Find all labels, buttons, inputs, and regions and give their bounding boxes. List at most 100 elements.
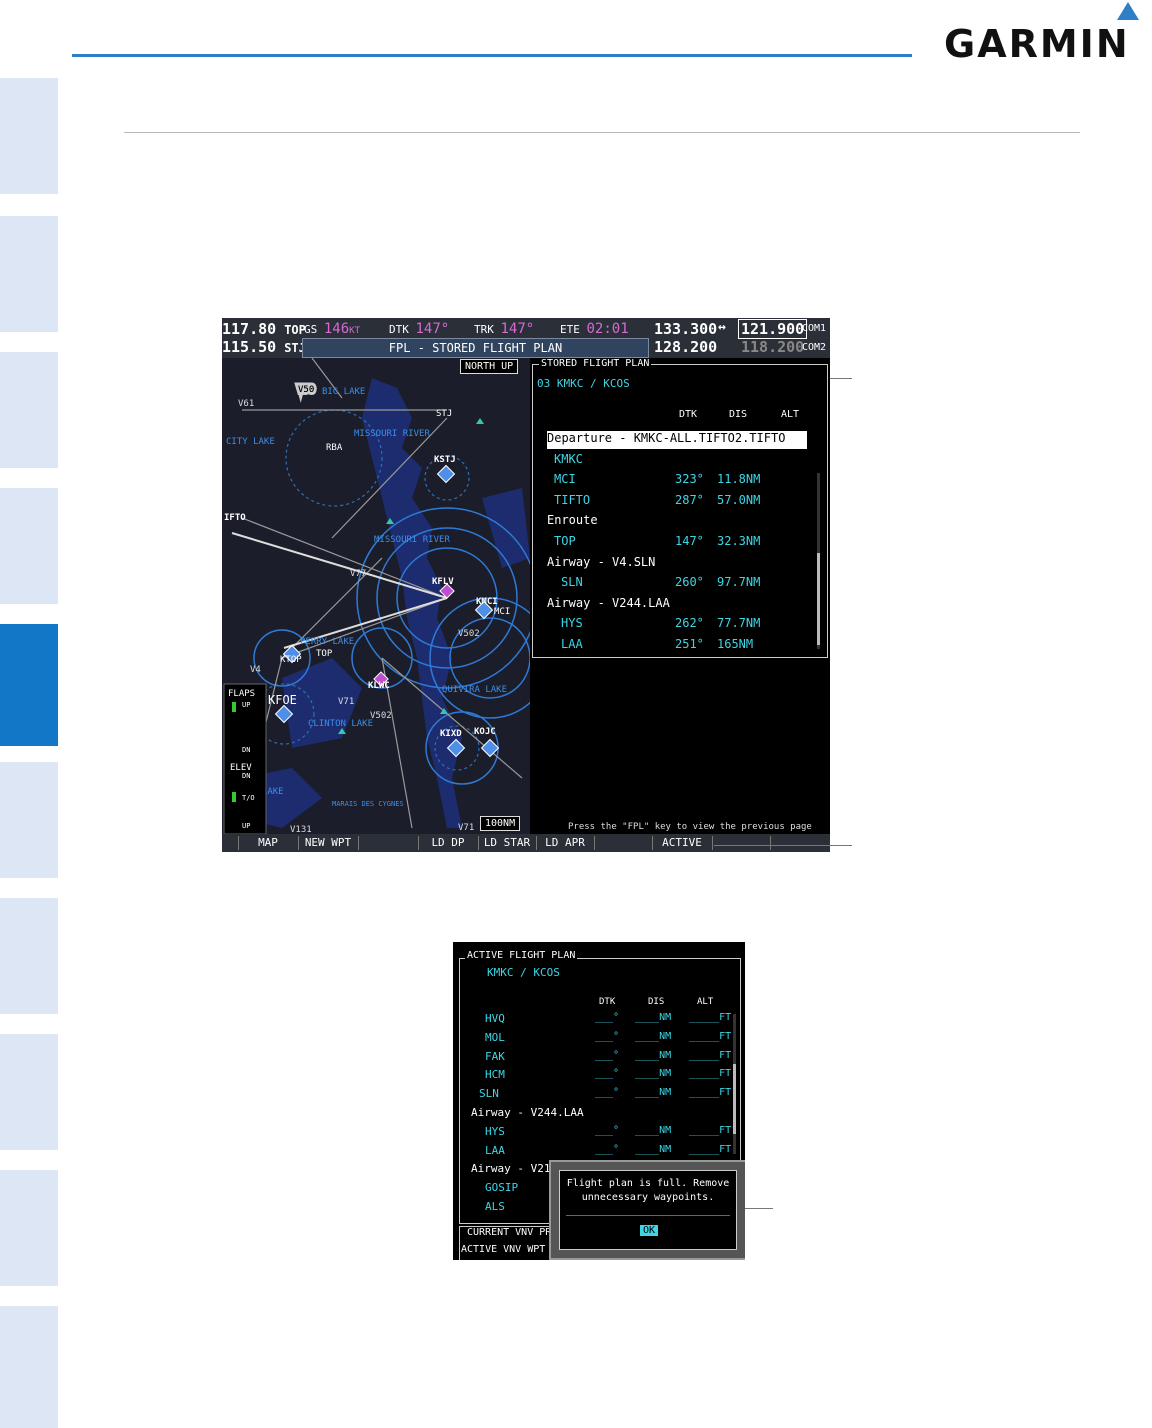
active-flight-plan-row[interactable]: MOL ___° ____NM _____FT <box>471 1031 733 1049</box>
dis-placeholder: ____NM <box>635 1068 672 1080</box>
active-flight-plan-row[interactable]: HYS ___° ____NM _____FT <box>471 1125 733 1143</box>
waypoint-label: LAA <box>485 1143 505 1157</box>
svg-text:MISSOURI RIVER: MISSOURI RIVER <box>354 429 430 439</box>
section-tab-6[interactable] <box>0 762 58 878</box>
flight-plan-row[interactable]: Enroute <box>547 513 807 531</box>
afp-col-alt: ALT <box>697 997 714 1007</box>
dtk-placeholder: ___° <box>595 1049 620 1061</box>
active-flight-plan-row[interactable]: LAA ___° ____NM _____FT <box>471 1144 733 1162</box>
svg-text:KOJC: KOJC <box>474 727 496 737</box>
scrollbar-thumb[interactable] <box>817 553 820 645</box>
nav1-id: TOP <box>284 323 306 337</box>
ok-button[interactable]: OK <box>640 1225 659 1236</box>
ete-label: ETE <box>560 323 580 336</box>
active-vnv-wpt-label: ACTIVE VNV WPT <box>461 1244 546 1255</box>
dtk-field: DTK 147° <box>389 321 449 337</box>
waypoint-label: KMKC <box>554 451 583 466</box>
section-tab-1[interactable] <box>0 78 58 194</box>
flight-plan-row[interactable]: TOP 147° 32.3NM <box>547 534 807 552</box>
section-tab-7[interactable] <box>0 898 58 1014</box>
map-range[interactable]: 100NM <box>480 816 521 831</box>
alt-placeholder: _____FT <box>689 1143 732 1155</box>
flight-plan-row[interactable]: Airway - V244.LAA <box>547 596 807 614</box>
svg-text:QUIVIRA LAKE: QUIVIRA LAKE <box>442 685 507 695</box>
com1-label: COM1 <box>802 323 827 334</box>
scrollbar[interactable] <box>817 473 820 649</box>
ete-field: ETE 02:01 <box>560 321 629 337</box>
flight-plan-row[interactable]: KMKC <box>547 452 807 470</box>
map-graphic: V50V50 BIG LAKE V61 STJ MISSOURI RIVER C… <box>223 358 530 834</box>
svg-text:V71: V71 <box>458 823 474 833</box>
active-flight-plan-row[interactable]: HVQ ___° ____NM _____FT <box>471 1012 733 1030</box>
flight-plan-row[interactable]: Departure - KMKC-ALL.TIFTO2.TIFTO <box>547 431 807 449</box>
section-tab-9[interactable] <box>0 1170 58 1286</box>
dialog-divider <box>566 1215 730 1216</box>
gs-value: 146 <box>323 321 350 337</box>
com1-standby[interactable]: 121.900 <box>738 319 808 339</box>
waypoint-label: SLN <box>561 575 583 590</box>
softkey-map[interactable]: MAP <box>239 835 297 851</box>
dis-placeholder: ____NM <box>635 1030 672 1042</box>
col-alt: ALT <box>781 409 800 420</box>
svg-text:V502: V502 <box>458 629 480 639</box>
svg-text:UP: UP <box>242 701 250 709</box>
active-flight-plan-row[interactable]: HCM ___° ____NM _____FT <box>471 1068 733 1086</box>
section-tab-8[interactable] <box>0 1034 58 1150</box>
waypoint-label: HYS <box>561 616 583 631</box>
flight-plan-row[interactable]: Airway - V4.SLN <box>547 555 807 573</box>
transfer-arrow-icon: ↔ <box>718 320 726 335</box>
svg-text:KLWC: KLWC <box>368 681 390 691</box>
dis-value: 57.0NM <box>717 492 761 507</box>
com2-standby[interactable]: 118.200 <box>741 338 804 356</box>
page-title: FPL - STORED FLIGHT PLAN <box>302 338 649 358</box>
section-tab-3[interactable] <box>0 352 58 468</box>
svg-text:MCI: MCI <box>494 607 510 617</box>
softkey-ld-dp[interactable]: LD DP <box>419 835 477 851</box>
flight-plan-row[interactable]: HYS 262° 77.7NM <box>547 616 807 634</box>
softkey-active[interactable]: ACTIVE <box>653 835 711 851</box>
svg-text:V502: V502 <box>370 711 392 721</box>
svg-text:RBA: RBA <box>326 443 343 453</box>
alt-placeholder: _____FT <box>689 1068 732 1080</box>
softkey-ld-apr[interactable]: LD APR <box>537 835 593 851</box>
gs-label: GS <box>304 323 318 336</box>
top-bar: 117.80 TOP 115.50 STJ GS 146KT DTK 147° TR… <box>222 318 830 358</box>
active-flight-plan-row[interactable]: SLN ___° ____NM _____FT <box>471 1087 733 1105</box>
stored-flight-plan-window: STORED FLIGHT PLAN 03 KMKC / KCOS DTK DI… <box>532 358 828 658</box>
waypoint-label: HYS <box>485 1124 505 1138</box>
dis-placeholder: ____NM <box>635 1124 672 1136</box>
active-flight-plan-row[interactable]: Airway - V244.LAA <box>471 1106 733 1124</box>
alt-placeholder: _____FT <box>689 1049 732 1061</box>
section-tab-2[interactable] <box>0 216 58 332</box>
waypoint-label: HCM <box>485 1068 505 1082</box>
svg-text:TOP: TOP <box>316 649 333 659</box>
dialog-message: Flight plan is full. Remove unnecessary … <box>566 1178 730 1203</box>
section-tab-4[interactable] <box>0 488 58 604</box>
leg-header-label: Enroute <box>547 513 598 528</box>
dtk-value: 323° <box>675 472 704 487</box>
flight-plan-row[interactable]: MCI 323° 11.8NM <box>547 472 807 490</box>
flight-plan-row[interactable]: LAA 251° 165NM <box>547 637 807 655</box>
dis-value: 97.7NM <box>717 575 761 590</box>
active-flight-plan-title: ACTIVE FLIGHT PLAN <box>465 950 578 961</box>
afp-scrollbar[interactable] <box>733 1014 736 1154</box>
active-flight-plan-row[interactable]: FAK ___° ____NM _____FT <box>471 1050 733 1068</box>
active-flight-plan-name: KMKC / KCOS <box>487 966 560 979</box>
flight-plan-row[interactable]: TIFTO 287° 57.0NM <box>547 493 807 511</box>
dis-value: 165NM <box>717 637 754 651</box>
navigation-map[interactable]: V50 V50 BIG LAKE V61 STJ MISSOURI RIVER C… <box>222 358 530 834</box>
softkey-ld-star[interactable]: LD STAR <box>479 835 535 851</box>
svg-text:DN: DN <box>242 772 250 780</box>
svg-text:T/O: T/O <box>242 794 255 802</box>
trk-value: 147° <box>500 321 535 337</box>
stored-flight-plan-name: 03 KMKC / KCOS <box>537 377 630 390</box>
afp-scrollbar-thumb[interactable] <box>733 1064 736 1134</box>
dis-placeholder: ____NM <box>635 1087 672 1099</box>
svg-text:V4: V4 <box>250 665 261 675</box>
section-tab-5-active[interactable] <box>0 624 58 746</box>
svg-text:V50: V50 <box>298 385 314 395</box>
softkey-new-wpt[interactable]: NEW WPT <box>299 835 357 851</box>
flight-plan-row[interactable]: SLN 260° 97.7NM <box>547 575 807 593</box>
section-tab-10[interactable] <box>0 1306 58 1428</box>
header-rule <box>72 54 912 57</box>
